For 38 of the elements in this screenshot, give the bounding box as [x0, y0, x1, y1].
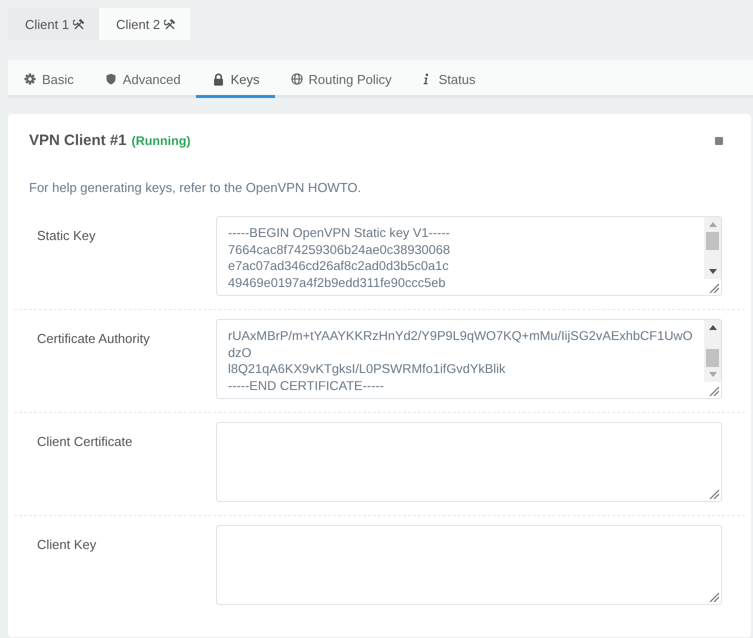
- client-tab[interactable]: Client 1: [8, 8, 100, 40]
- globe-icon: [290, 73, 303, 85]
- section-tab[interactable]: Basic: [8, 60, 89, 98]
- section-tab[interactable]: Keys: [196, 60, 275, 98]
- section-tab[interactable]: Advanced: [88, 60, 196, 98]
- gear-icon: [24, 73, 36, 85]
- tools-icon: [164, 18, 176, 30]
- section-tab[interactable]: Routing Policy: [274, 60, 407, 98]
- field-text: rUAxMBrP/m+tYAAYKKRzHnYd2/Y9P9L9qWO7KQ+mMu/IijSG2vAExhbCF1UwO dzO l8Q21qA6KX9vKTgksI/L0PSWRMfo1ifGvdYkBlik -----END CERTIFICATE-----: [227, 327, 694, 395]
- resize-grip-icon[interactable]: [709, 283, 719, 293]
- text-area-field[interactable]: [216, 525, 722, 605]
- section-tab[interactable]: Status: [406, 60, 490, 98]
- stop-icon[interactable]: [715, 137, 723, 145]
- scrollbar[interactable]: [704, 320, 721, 382]
- field-text: -----BEGIN OpenVPN Static key V1----- 7664cac8f74259306b24ae0c38930068 e7ac07ad346cd26af8c2ad0d3b5c0a1c 49469e0197a4f2b9edd311fe90ccc5eb: [227, 224, 452, 292]
- tools-icon: [73, 18, 86, 30]
- field-label: Certificate Authority: [37, 330, 151, 348]
- caret-up-icon[interactable]: [708, 325, 716, 330]
- resize-grip-icon[interactable]: [709, 592, 719, 602]
- client-tab[interactable]: Client 2: [99, 8, 190, 40]
- text-area-field[interactable]: -----BEGIN OpenVPN Static key V1----- 7664cac8f74259306b24ae0c38930068 e7ac07ad346cd26af8c2ad0d3b5c0a1c 49469e0197a4f2b9edd311fe90ccc5eb: [216, 216, 722, 296]
- field-label: Client Key: [37, 536, 98, 554]
- field-label: Static Key: [37, 227, 97, 245]
- lock-icon: [212, 72, 225, 86]
- text-area-field[interactable]: rUAxMBrP/m+tYAAYKKRzHnYd2/Y9P9L9qWO7KQ+mMu/IijSG2vAExhbCF1UwO dzO l8Q21qA6KX9vKTgksI/L0PSWRMfo1ifGvdYkBlik -----END CERTIFICATE-----: [216, 319, 722, 399]
- caret-down-icon[interactable]: [708, 269, 716, 274]
- info-icon: [422, 73, 429, 85]
- scrollbar-thumb[interactable]: [706, 349, 719, 367]
- scrollbar-thumb[interactable]: [706, 232, 719, 250]
- card-title: VPN Client #1: [29, 131, 127, 151]
- shield-icon: [104, 73, 117, 85]
- status-label: (Running): [132, 134, 191, 148]
- field-label: Client Certificate: [37, 433, 134, 451]
- scrollbar[interactable]: [704, 217, 721, 279]
- resize-grip-icon[interactable]: [709, 386, 719, 396]
- resize-grip-icon[interactable]: [709, 489, 719, 499]
- text-area-field[interactable]: [216, 422, 722, 502]
- help-text: For help generating keys, refer to the OpenVPN HOWTO.: [29, 179, 362, 197]
